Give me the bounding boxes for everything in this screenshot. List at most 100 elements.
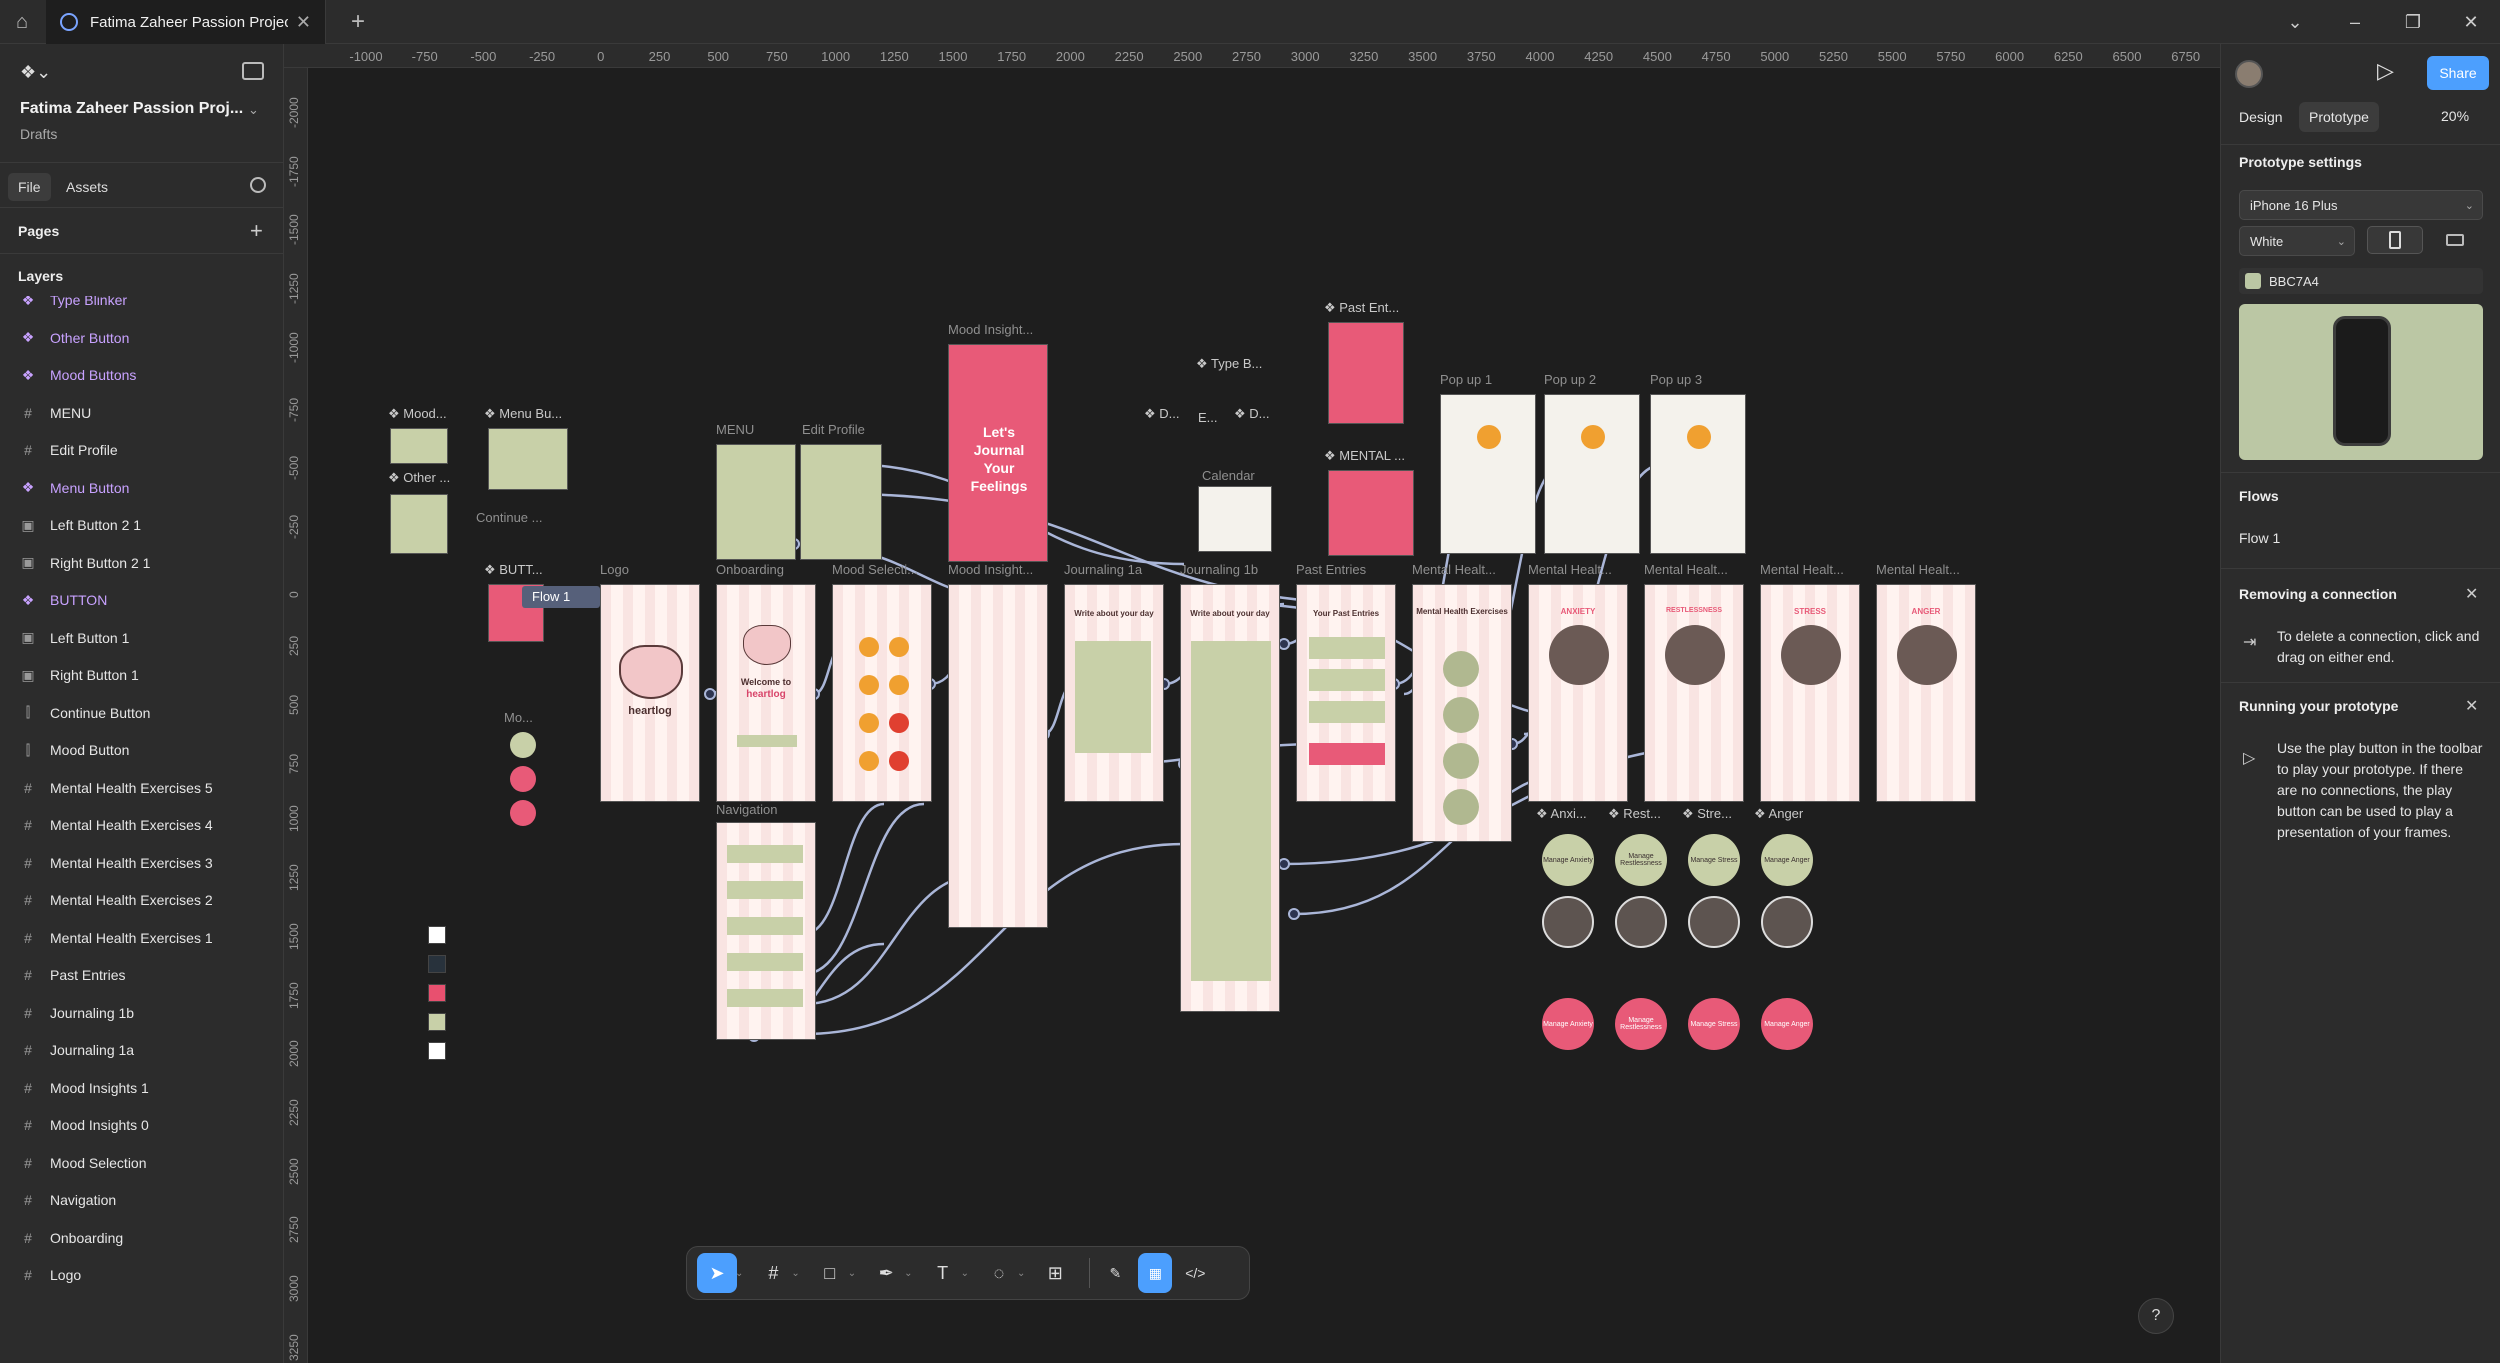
frame-label-popup-1[interactable]: Pop up 1 — [1440, 372, 1492, 387]
layer-item[interactable]: ❖ Mood Buttons — [0, 357, 284, 393]
color-swatch-white[interactable] — [428, 926, 446, 944]
frame-label-logo[interactable]: Logo — [600, 562, 629, 577]
frame-label-popup-3[interactable]: Pop up 3 — [1650, 372, 1702, 387]
frame-mental-health-3[interactable]: RESTLESSNESS — [1644, 584, 1744, 802]
frame-label-navigation[interactable]: Navigation — [716, 802, 777, 817]
tab-design[interactable]: Design — [2229, 102, 2293, 132]
search-icon[interactable] — [250, 177, 266, 193]
frame-label-calendar[interactable]: Calendar — [1202, 468, 1255, 483]
color-swatch-sage[interactable] — [428, 1013, 446, 1031]
manage-button-sage[interactable]: Manage Restlessness — [1615, 834, 1667, 886]
file-title[interactable]: Fatima Zaheer Passion Proj... — [20, 100, 243, 118]
frame-onboarding[interactable]: Welcome to heartlog — [716, 584, 816, 802]
frame-mental-health-4[interactable]: STRESS — [1760, 584, 1860, 802]
manage-button-pink[interactable]: Manage Anxiety — [1542, 998, 1594, 1050]
layer-item[interactable]: ⫿ Continue Button — [0, 695, 284, 731]
tab-prototype[interactable]: Prototype — [2299, 102, 2379, 132]
component-label-other[interactable]: ❖ Other ... — [388, 470, 450, 486]
frame-navigation[interactable] — [716, 822, 816, 1040]
file-tab[interactable]: Fatima Zaheer Passion Project G ✕ — [46, 0, 326, 44]
component-label-type-blinker[interactable]: ❖ Type B... — [1196, 356, 1262, 372]
component-label-restlessness[interactable]: ❖ Rest... — [1608, 806, 1661, 822]
frame-popup-3[interactable] — [1650, 394, 1746, 554]
manage-photo[interactable] — [1615, 896, 1667, 948]
component-label-mood[interactable]: ❖ Mood... — [388, 406, 447, 422]
manage-button-pink[interactable]: Manage Restlessness — [1615, 998, 1667, 1050]
prototype-connection[interactable] — [803, 802, 925, 976]
draw-mode-icon[interactable]: ✎ — [1098, 1253, 1132, 1293]
frame-label-continue[interactable]: Continue ... — [476, 510, 543, 525]
layer-item[interactable]: # Mental Health Exercises 5 — [0, 770, 284, 806]
mood-button-neutral[interactable] — [510, 732, 536, 758]
figma-menu-icon[interactable]: ❖⌄ — [20, 62, 51, 83]
component-mood-buttons[interactable] — [390, 428, 448, 464]
layer-item[interactable]: ❖ Type Blinker — [0, 296, 284, 318]
frame-label-mh-2[interactable]: Mental Healt... — [1528, 562, 1612, 577]
home-icon[interactable]: ⌂ — [0, 0, 44, 44]
manage-photo[interactable] — [1542, 896, 1594, 948]
shape-tool-icon[interactable]: ◌ — [979, 1253, 1019, 1293]
manage-button-pink[interactable]: Manage Anger — [1761, 998, 1813, 1050]
frame-label-mh-3[interactable]: Mental Healt... — [1644, 562, 1728, 577]
frame-label-mood-button[interactable]: Mo... — [504, 710, 533, 725]
manage-button-sage[interactable]: Manage Stress — [1688, 834, 1740, 886]
chevron-down-icon[interactable]: ⌄ — [961, 1268, 969, 1279]
design-canvas[interactable]: Logo heartlog Onboarding Welcome to hear… — [284, 44, 2220, 1363]
chevron-down-icon[interactable]: ⌄ — [1017, 1268, 1025, 1279]
frame-journaling-1a[interactable]: Write about your day — [1064, 584, 1164, 802]
mood-button-pink-2[interactable] — [510, 800, 536, 826]
frame-label-mood-insights[interactable]: Mood Insight... — [948, 562, 1033, 577]
component-past-entries[interactable] — [1328, 322, 1404, 424]
chevron-down-icon[interactable]: ⌄ — [904, 1268, 912, 1279]
layer-item[interactable]: ❖ BUTTON — [0, 582, 284, 618]
frame-label-popup-2[interactable]: Pop up 2 — [1544, 372, 1596, 387]
layer-item[interactable]: ❖ Menu Button — [0, 470, 284, 506]
close-icon[interactable]: ✕ — [2465, 696, 2478, 716]
frame-tool-icon[interactable]: # — [753, 1253, 793, 1293]
component-label-anxiety[interactable]: ❖ Anxi... — [1536, 806, 1587, 822]
new-tab-button[interactable]: + — [340, 0, 376, 44]
layer-item[interactable]: # Past Entries — [0, 957, 284, 993]
close-icon[interactable]: ✕ — [2465, 584, 2478, 604]
manage-photo[interactable] — [1761, 896, 1813, 948]
frame-label-mh-1[interactable]: Mental Healt... — [1412, 562, 1496, 577]
layer-item[interactable]: # Journaling 1a — [0, 1032, 284, 1068]
frame-popup-1[interactable] — [1440, 394, 1536, 554]
color-swatch-white-2[interactable] — [428, 1042, 446, 1060]
layer-item[interactable]: ▣ Right Button 1 — [0, 657, 284, 693]
component-other-button[interactable] — [390, 494, 448, 554]
component-label-mental[interactable]: ❖ MENTAL ... — [1324, 448, 1405, 464]
device-select[interactable]: iPhone 16 Plus ⌄ — [2239, 190, 2483, 220]
layer-item[interactable]: # Mental Health Exercises 1 — [0, 920, 284, 956]
minimize-button[interactable]: – — [2326, 0, 2384, 44]
mood-button-pink[interactable] — [510, 766, 536, 792]
close-icon[interactable]: ✕ — [296, 12, 311, 33]
layer-item[interactable]: # Mental Health Exercises 2 — [0, 882, 284, 918]
frame-label-edit-profile[interactable]: Edit Profile — [802, 422, 865, 437]
landscape-toggle[interactable] — [2427, 226, 2483, 254]
pages-section[interactable]: Pages + — [0, 208, 284, 254]
device-color-select[interactable]: White ⌄ — [2239, 226, 2355, 256]
connection-handle[interactable] — [1278, 858, 1290, 870]
frame-logo[interactable]: heartlog — [600, 584, 700, 802]
design-mode-icon[interactable]: ▦ — [1138, 1253, 1173, 1293]
component-label-past-entries[interactable]: ❖ Past Ent... — [1324, 300, 1399, 316]
layer-item[interactable]: # MENU — [0, 395, 284, 431]
component-menu-button[interactable] — [488, 428, 568, 490]
tab-file[interactable]: File — [8, 173, 51, 201]
layer-item[interactable]: # Logo — [0, 1257, 284, 1293]
component-label-button[interactable]: ❖ BUTT... — [484, 562, 543, 578]
frame-past-entries[interactable]: Your Past Entries — [1296, 584, 1396, 802]
frame-menu[interactable] — [716, 444, 796, 560]
component-label-menu-button[interactable]: ❖ Menu Bu... — [484, 406, 562, 422]
frame-mood-insights[interactable] — [948, 584, 1048, 928]
layer-item[interactable]: # Journaling 1b — [0, 995, 284, 1031]
frame-label-journaling-1a[interactable]: Journaling 1a — [1064, 562, 1142, 577]
layer-item[interactable]: # Onboarding — [0, 1220, 284, 1256]
chevron-down-icon[interactable]: ⌄ — [248, 102, 259, 118]
layer-item[interactable]: # Mood Insights 0 — [0, 1107, 284, 1143]
avatar[interactable] — [2235, 60, 2263, 88]
layer-item[interactable]: # Edit Profile — [0, 432, 284, 468]
chevron-down-icon[interactable]: ⌄ — [2266, 0, 2324, 44]
layer-item[interactable]: ▣ Right Button 2 1 — [0, 545, 284, 581]
